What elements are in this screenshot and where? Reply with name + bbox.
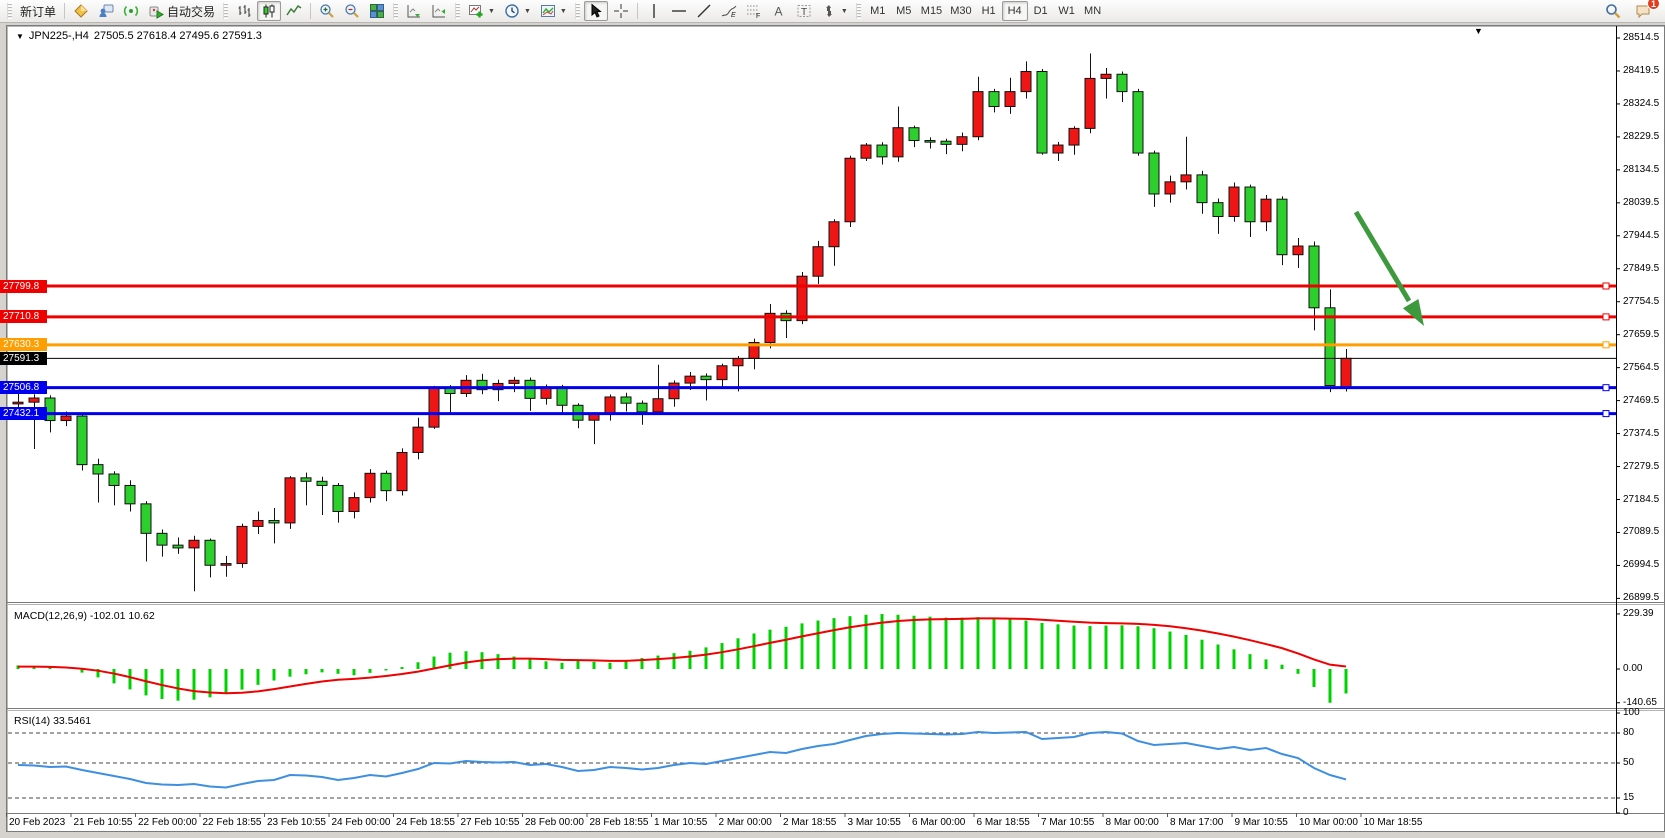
trend-arrow-annotation [1403,299,1424,326]
time-axis-label: 9 Mar 10:55 [1235,817,1288,828]
time-axis-label: 7 Mar 10:55 [1041,817,1094,828]
time-axis-label: 8 Mar 17:00 [1170,817,1223,828]
time-axis-label: 24 Feb 18:55 [396,817,455,828]
chart-symbol: JPN225-,H4 [29,30,89,42]
time-axis-label: 23 Feb 10:55 [267,817,326,828]
chart-title: ▼ JPN225-,H4 27505.5 27618.4 27495.6 275… [16,30,262,42]
time-axis-label: 22 Feb 18:55 [203,817,262,828]
rsi-tick-label: 0 [1623,807,1629,818]
price-tick-label: 27659.5 [1623,329,1659,340]
ohlc-high: 27618.4 [137,30,177,42]
price-chart-canvas[interactable] [0,0,1665,838]
time-axis-label: 22 Feb 00:00 [138,817,197,828]
time-axis-label: 8 Mar 00:00 [1106,817,1159,828]
scroll-to-end-marker[interactable]: ▼ [1474,26,1483,36]
time-axis-label: 10 Mar 00:00 [1299,817,1358,828]
time-axis-label: 20 Feb 2023 [9,817,65,828]
price-line-label: 27432.1 [0,407,47,420]
macd-tick-label: 229.39 [1623,608,1654,619]
time-axis-label: 2 Mar 18:55 [783,817,836,828]
price-tick-label: 27754.5 [1623,296,1659,307]
price-tick-label: 28229.5 [1623,131,1659,142]
time-axis-label: 3 Mar 10:55 [848,817,901,828]
time-axis-label: 6 Mar 00:00 [912,817,965,828]
rsi-indicator-label: RSI(14) 33.5461 [14,715,91,727]
price-tick-label: 27089.5 [1623,526,1659,537]
price-tick-label: 27184.5 [1623,494,1659,505]
macd-indicator-label: MACD(12,26,9) -102.01 10.62 [14,610,155,622]
price-tick-label: 28419.5 [1623,65,1659,76]
time-axis-label: 28 Feb 18:55 [590,817,649,828]
macd-tick-label: 0.00 [1623,663,1642,674]
collapse-triangle-icon[interactable]: ▼ [16,32,24,41]
price-tick-label: 28514.5 [1623,32,1659,43]
ohlc-close: 27591.3 [222,30,262,42]
price-line-label: 27630.3 [0,338,47,351]
price-tick-label: 27469.5 [1623,395,1659,406]
price-tick-label: 27944.5 [1623,230,1659,241]
price-line-label: 27591.3 [0,352,47,365]
rsi-tick-label: 80 [1623,727,1634,738]
rsi-tick-label: 100 [1623,707,1640,718]
ohlc-low: 27495.6 [179,30,219,42]
price-line-label: 27506.8 [0,381,47,394]
ohlc-open: 27505.5 [94,30,134,42]
price-line-label: 27710.8 [0,310,47,323]
rsi-tick-label: 15 [1623,792,1634,803]
time-axis-label: 24 Feb 00:00 [332,817,391,828]
time-axis-label: 28 Feb 00:00 [525,817,584,828]
time-axis-label: 27 Feb 10:55 [461,817,520,828]
time-axis-label: 10 Mar 18:55 [1364,817,1423,828]
rsi-tick-label: 50 [1623,757,1634,768]
price-tick-label: 28134.5 [1623,164,1659,175]
price-tick-label: 28324.5 [1623,98,1659,109]
time-axis-label: 6 Mar 18:55 [977,817,1030,828]
time-axis-label: 2 Mar 00:00 [719,817,772,828]
price-tick-label: 26994.5 [1623,559,1659,570]
time-axis-label: 21 Feb 10:55 [74,817,133,828]
price-tick-label: 26899.5 [1623,592,1659,603]
price-tick-label: 27849.5 [1623,263,1659,274]
price-tick-label: 27564.5 [1623,362,1659,373]
price-tick-label: 27374.5 [1623,428,1659,439]
time-axis-label: 1 Mar 10:55 [654,817,707,828]
price-tick-label: 28039.5 [1623,197,1659,208]
price-line-label: 27799.8 [0,280,47,293]
price-tick-label: 27279.5 [1623,461,1659,472]
